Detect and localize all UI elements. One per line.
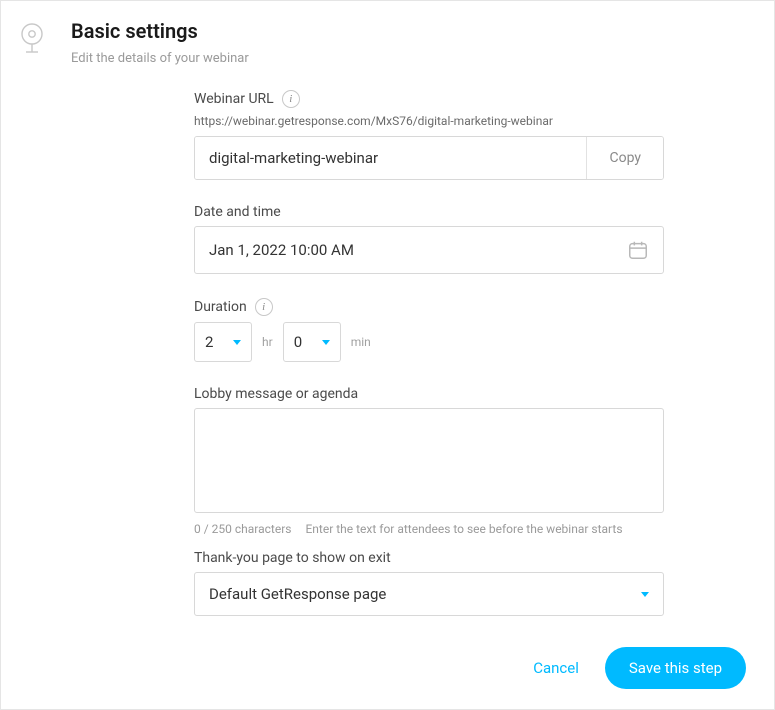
lobby-char-counter: 0 / 250 characters: [194, 522, 291, 536]
thankyou-value: Default GetResponse page: [209, 585, 386, 603]
settings-card: Basic settings Edit the details of your …: [0, 0, 775, 710]
chevron-down-icon: [322, 340, 330, 345]
thankyou-select[interactable]: Default GetResponse page: [194, 572, 664, 616]
duration-minutes-value: 0: [294, 333, 302, 351]
field-thankyou: Thank-you page to show on exit Default G…: [194, 550, 664, 616]
webinar-url-label: Webinar URL: [194, 91, 274, 107]
form: Webinar URL i https://webinar.getrespons…: [194, 90, 664, 616]
duration-hr-unit: hr: [262, 335, 273, 349]
datetime-value: Jan 1, 2022 10:00 AM: [209, 241, 354, 259]
copy-button[interactable]: Copy: [586, 137, 663, 179]
title-block: Basic settings Edit the details of your …: [71, 19, 756, 66]
header: Basic settings Edit the details of your …: [19, 19, 756, 66]
duration-label: Duration: [194, 299, 247, 315]
lobby-hint: Enter the text for attendees to see befo…: [305, 522, 622, 536]
webcam-icon: [19, 23, 47, 61]
field-datetime: Date and time Jan 1, 2022 10:00 AM: [194, 204, 664, 274]
footer: Cancel Save this step: [525, 647, 746, 689]
duration-hours-select[interactable]: 2: [194, 322, 252, 362]
info-icon[interactable]: i: [255, 298, 273, 316]
page-title: Basic settings: [71, 19, 756, 43]
webinar-url-input-group: Copy: [194, 136, 664, 180]
page-subtitle: Edit the details of your webinar: [71, 51, 756, 66]
datetime-label: Date and time: [194, 204, 281, 220]
save-button[interactable]: Save this step: [605, 647, 746, 689]
webinar-url-preview: https://webinar.getresponse.com/MxS76/di…: [194, 114, 664, 128]
info-icon[interactable]: i: [282, 90, 300, 108]
field-duration: Duration i 2 hr 0 min: [194, 298, 664, 362]
lobby-label: Lobby message or agenda: [194, 386, 358, 402]
cancel-button[interactable]: Cancel: [525, 649, 587, 687]
field-lobby: Lobby message or agenda 0 / 250 characte…: [194, 386, 664, 536]
calendar-icon: [627, 239, 649, 261]
duration-min-unit: min: [351, 335, 371, 349]
webinar-url-input[interactable]: [195, 137, 586, 179]
field-webinar-url: Webinar URL i https://webinar.getrespons…: [194, 90, 664, 180]
datetime-input[interactable]: Jan 1, 2022 10:00 AM: [194, 226, 664, 274]
chevron-down-icon: [641, 592, 649, 597]
duration-hours-value: 2: [205, 333, 213, 351]
lobby-textarea[interactable]: [194, 408, 664, 513]
thankyou-label: Thank-you page to show on exit: [194, 550, 391, 566]
chevron-down-icon: [233, 340, 241, 345]
duration-minutes-select[interactable]: 0: [283, 322, 341, 362]
